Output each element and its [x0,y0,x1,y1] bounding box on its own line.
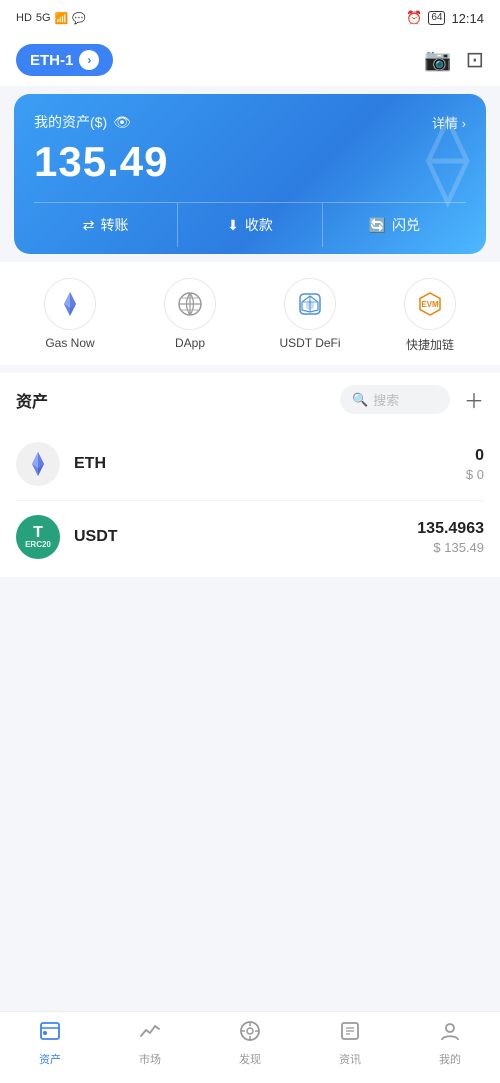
discover-nav-icon [239,1020,261,1048]
search-placeholder: 搜索 [373,390,399,409]
receive-label: 收款 [245,215,273,235]
svg-text:EVM: EVM [421,300,439,309]
status-bar: HD 5G 📶 💬 ⏰ 64 12:14 [0,0,500,36]
add-asset-button[interactable]: ＋ [464,385,484,414]
status-wifi: 📶 [55,12,69,25]
time-display: 12:14 [451,11,484,26]
market-nav-label: 市场 [139,1051,161,1067]
bottom-nav: 资产 市场 发现 [0,1011,500,1083]
camera-add-icon[interactable]: 📷 [424,47,451,73]
status-right: ⏰ 64 12:14 [406,10,484,26]
assets-section: 资产 🔍 搜索 ＋ ETH 0 $ 0 [0,373,500,577]
quick-item-evm-chain[interactable]: EVM 快捷加链 [390,278,470,353]
asset-title-text: 我的资产($) [34,112,107,132]
status-signal: 5G [36,12,51,24]
assets-header: 资产 🔍 搜索 ＋ [16,385,484,414]
receive-icon: ⬇ [227,217,239,234]
wallet-label: ETH-1 [30,52,73,69]
exchange-icon: 🔄 [369,217,386,234]
evm-chain-icon: EVM [404,278,456,330]
dapp-label: DApp [175,336,205,350]
asset-list: ETH 0 $ 0 T ERC20 USDT 135.4963 $ 135.49 [16,424,484,577]
news-nav-label: 资讯 [339,1051,361,1067]
transfer-label: 转账 [101,215,129,235]
nav-item-assets[interactable]: 资产 [15,1020,85,1067]
wallet-chevron-icon: › [79,50,99,70]
usdt-erc20-label: ERC20 [25,541,51,549]
usdt-amount: 135.4963 [417,520,484,538]
dapp-icon [164,278,216,330]
assets-section-title: 资产 [16,388,48,412]
gas-now-icon [44,278,96,330]
profile-nav-icon [439,1020,461,1048]
market-nav-icon [139,1020,161,1048]
status-wechat: 💬 [72,12,86,25]
nav-item-profile[interactable]: 我的 [415,1020,485,1067]
status-left: HD 5G 📶 💬 [16,12,86,25]
search-box[interactable]: 🔍 搜索 [340,385,450,414]
gas-now-label: Gas Now [45,336,94,350]
usdt-asset-name: USDT [74,528,403,546]
exchange-button[interactable]: 🔄 闪兑 [322,203,466,247]
header-icons: 📷 ⊡ [424,47,484,73]
asset-card-top: 我的资产($) 👁 详情 › [34,112,466,132]
discover-nav-label: 发现 [239,1051,261,1067]
eth-asset-name: ETH [74,455,452,473]
usdt-asset-values: 135.4963 $ 135.49 [417,520,484,555]
quick-item-dapp[interactable]: DApp [150,278,230,353]
quick-item-gas-now[interactable]: Gas Now [30,278,110,353]
eth-amount: 0 [466,447,484,465]
usdt-logo: T ERC20 [16,515,60,559]
usdt-t-symbol: T [33,525,43,541]
receive-button[interactable]: ⬇ 收款 [177,203,321,247]
nav-item-news[interactable]: 资讯 [315,1020,385,1067]
quick-item-usdt-defi[interactable]: USDT DeFi [270,278,350,353]
status-hd: HD [16,12,32,24]
asset-card: 我的资产($) 👁 详情 › ⟠ 135.49 ⇄ 转账 ⬇ 收款 🔄 闪兑 [14,94,486,254]
transfer-icon: ⇄ [83,217,95,234]
assets-nav-icon [39,1020,61,1048]
exchange-label: 闪兑 [392,215,420,235]
assets-nav-label: 资产 [39,1051,61,1067]
search-icon: 🔍 [352,392,368,408]
nav-item-market[interactable]: 市场 [115,1020,185,1067]
profile-nav-label: 我的 [439,1051,461,1067]
usdt-defi-label: USDT DeFi [279,336,340,350]
qr-scan-icon[interactable]: ⊡ [466,47,484,73]
quick-access-section: Gas Now DApp USDT DeFi [0,262,500,365]
app-header: ETH-1 › 📷 ⊡ [0,36,500,86]
evm-chain-label: 快捷加链 [406,336,454,353]
eye-icon[interactable]: 👁 [113,114,131,131]
transfer-button[interactable]: ⇄ 转账 [34,203,177,247]
action-buttons: ⇄ 转账 ⬇ 收款 🔄 闪兑 [34,202,466,247]
asset-card-title: 我的资产($) 👁 [34,112,131,132]
nav-item-discover[interactable]: 发现 [215,1020,285,1067]
eth-usd-value: $ 0 [466,467,484,482]
eth-watermark-icon: ⟠ [426,104,470,209]
asset-item-eth[interactable]: ETH 0 $ 0 [16,428,484,501]
battery-indicator: 64 [428,11,445,25]
usdt-usd-value: $ 135.49 [417,540,484,555]
asset-total-amount: 135.49 [34,138,466,186]
usdt-defi-icon [284,278,336,330]
wallet-selector[interactable]: ETH-1 › [16,44,113,76]
eth-logo [16,442,60,486]
asset-item-usdt[interactable]: T ERC20 USDT 135.4963 $ 135.49 [16,501,484,573]
alarm-icon: ⏰ [406,10,422,26]
eth-asset-values: 0 $ 0 [466,447,484,482]
news-nav-icon [339,1020,361,1048]
